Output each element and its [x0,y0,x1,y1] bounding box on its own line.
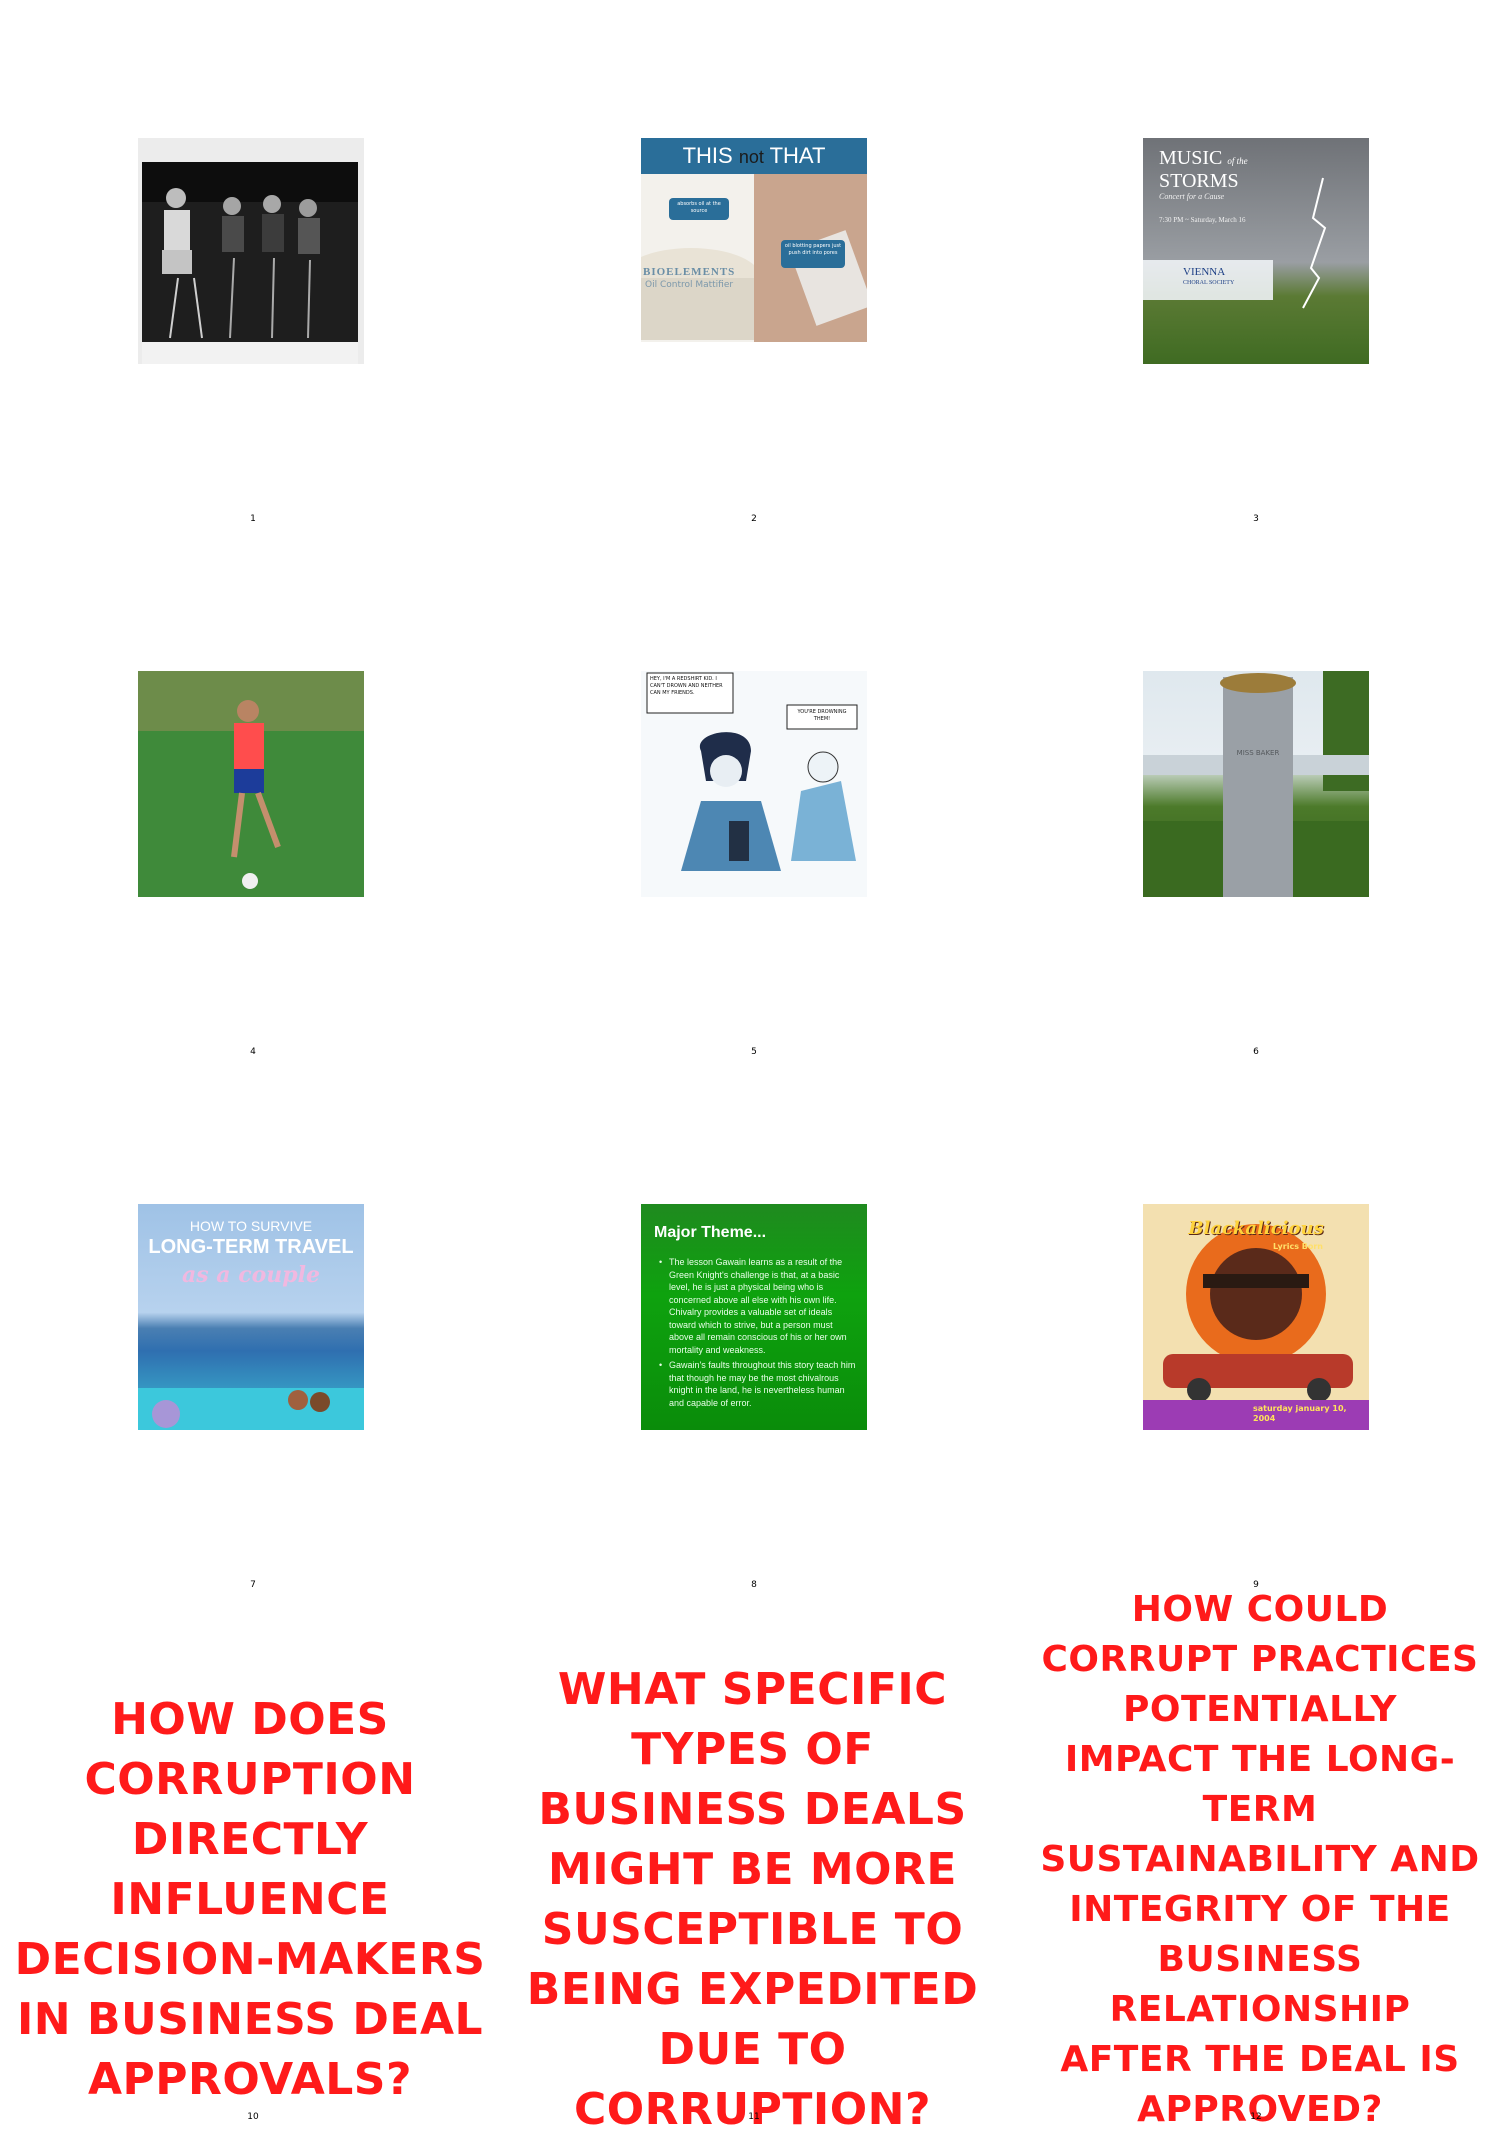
question-text-10: HOW DOES CORRUPTION DIRECTLY INFLUENCE D… [14,1694,486,2105]
tile-6-grave-marker[interactable]: MISS BAKER [1143,671,1369,897]
tile-2-skincare-ad[interactable]: THIS not THAT absorbs oil at the source … [641,138,867,364]
slide-bullet: Gawain's faults throughout this story te… [657,1359,857,1409]
tile-number: 8 [751,1580,757,1590]
bubble-left-text: absorbs oil at the source [677,201,721,214]
tile-number: 6 [1253,1047,1259,1057]
tile-number: 5 [751,1047,757,1057]
poster-org-2: CHORAL SOCIETY [1183,280,1235,286]
poster-title-music: MUSIC [1159,147,1223,169]
tile-9-retro-poster[interactable]: Blackalicious Lyrics Born saturday janua… [1143,1204,1369,1430]
poster-band-sub: Lyrics Born [1273,1242,1323,1251]
tile-number: 12 [1250,2112,1262,2122]
tile-7-travel-couple[interactable]: HOW TO SURVIVE LONG-TERM TRAVEL as a cou… [138,1204,364,1430]
travel-headline-3: as a couple [181,1262,320,1288]
poster-date: 7:30 PM ~ Saturday, March 16 [1159,216,1246,224]
grave-inscription: MISS BAKER [1236,749,1280,757]
poster-date: saturday january 10, 2004 [1253,1404,1347,1423]
tile-number: 4 [250,1047,256,1057]
product-text: Oil Control Mattifier [645,280,734,290]
bubble-right-text: oil blotting papers just push dirt into … [784,243,842,256]
tile-8-green-slide[interactable]: Major Theme... The lesson Gawain learns … [641,1204,867,1430]
tile-5-comic-sketch[interactable]: HEY, I'M A REDSHIRT KID. I CAN'T DROWN A… [641,671,867,897]
soccer-player-image [138,671,364,897]
poster-band-title: Blackalicious [1188,1218,1324,1239]
tile-number: 2 [751,514,757,524]
poster-title-storms: STORMS [1159,170,1239,192]
slide-bullet: The lesson Gawain learns as a result of … [657,1256,857,1356]
brand-text: BIOELEMENTS [643,266,736,278]
poster-subtitle: Concert for a Cause [1159,192,1225,201]
tile-number: 11 [748,2112,760,2122]
poster-title-of-the: of the [1227,156,1248,166]
tile-4-soccer-photo[interactable] [138,671,364,897]
grave-marker-image [1143,671,1369,897]
slide-body: The lesson Gawain learns as a result of … [657,1256,857,1412]
tile-3-concert-poster[interactable]: MUSIC of the STORMS Concert for a Cause … [1143,138,1369,364]
slide-title: Major Theme... [654,1224,767,1241]
tile-number: 1 [250,514,256,524]
comic-sketch-image [646,672,858,871]
travel-headline-1: HOW TO SURVIVE [189,1218,313,1234]
tile-number: 7 [250,1580,256,1590]
comic-bubble-right: YOU'RE DROWNING THEM! [797,709,847,722]
tile-number: 10 [247,2112,259,2122]
comic-bubble-left: HEY, I'M A REDSHIRT KID. I CAN'T DROWN A… [650,676,723,696]
tile-number: 3 [1253,514,1259,524]
travel-headline-2: LONG-TERM TRAVEL [148,1236,354,1258]
question-text-12: HOW COULD CORRUPT PRACTICES POTENTIALLY … [1040,1589,1480,2130]
poster-org: VIENNA [1183,266,1226,278]
question-text-11: WHAT SPECIFIC TYPES OF BUSINESS DEALS MI… [526,1664,979,2135]
tile-1-band-photo[interactable] [138,138,364,364]
band-photo-image [138,138,364,364]
